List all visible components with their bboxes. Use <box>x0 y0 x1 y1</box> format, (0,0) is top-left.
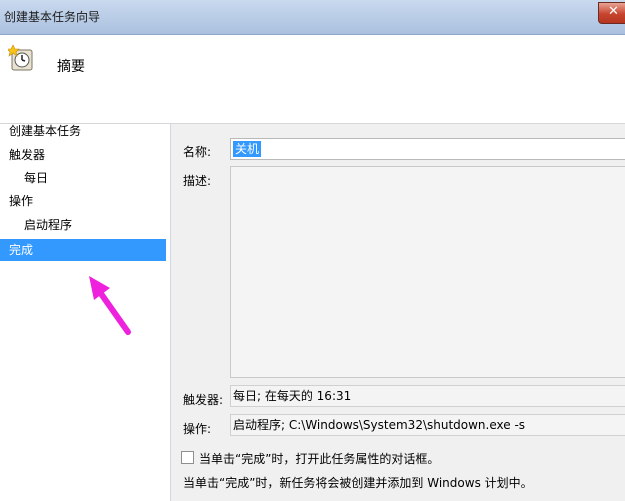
window-title: 创建基本任务向导 <box>4 10 101 24</box>
trigger-label: 触发器: <box>183 393 224 407</box>
open-properties-checkbox[interactable] <box>181 451 194 464</box>
task-clock-icon <box>8 44 33 71</box>
description-textarea[interactable] <box>230 166 625 378</box>
title-bar: 创建基本任务向导 ✕ <box>0 0 625 35</box>
name-label: 名称: <box>183 145 212 159</box>
finish-note: 当单击“完成”时，新任务将会被创建并添加到 Windows 计划中。 <box>183 476 533 490</box>
annotation-arrow-icon <box>89 276 131 335</box>
action-value-field: 启动程序; C:\Windows\System32\shutdown.exe -… <box>230 414 625 436</box>
name-input[interactable]: 关机 <box>230 138 625 160</box>
nav-item-action[interactable]: 操作 <box>0 190 166 212</box>
nav-item-trigger[interactable]: 触发器 <box>0 144 166 166</box>
nav-item-create-basic-task[interactable]: 创建基本任务 <box>0 120 166 142</box>
page-heading: 摘要 <box>57 59 85 75</box>
name-value: 关机 <box>233 141 262 157</box>
description-label: 描述: <box>183 174 212 188</box>
nav-item-start-program[interactable]: 启动程序 <box>0 214 166 236</box>
close-icon: ✕ <box>608 4 619 19</box>
close-button[interactable]: ✕ <box>598 2 625 24</box>
open-properties-checkbox-label[interactable]: 当单击“完成”时，打开此任务属性的对话框。 <box>199 450 439 467</box>
nav-item-daily[interactable]: 每日 <box>0 167 166 189</box>
action-label: 操作: <box>183 422 212 436</box>
trigger-value-field: 每日; 在每天的 16:31 <box>230 385 625 407</box>
wizard-header: 摘要 <box>0 35 625 124</box>
nav-item-finish[interactable]: 完成 <box>0 239 166 261</box>
